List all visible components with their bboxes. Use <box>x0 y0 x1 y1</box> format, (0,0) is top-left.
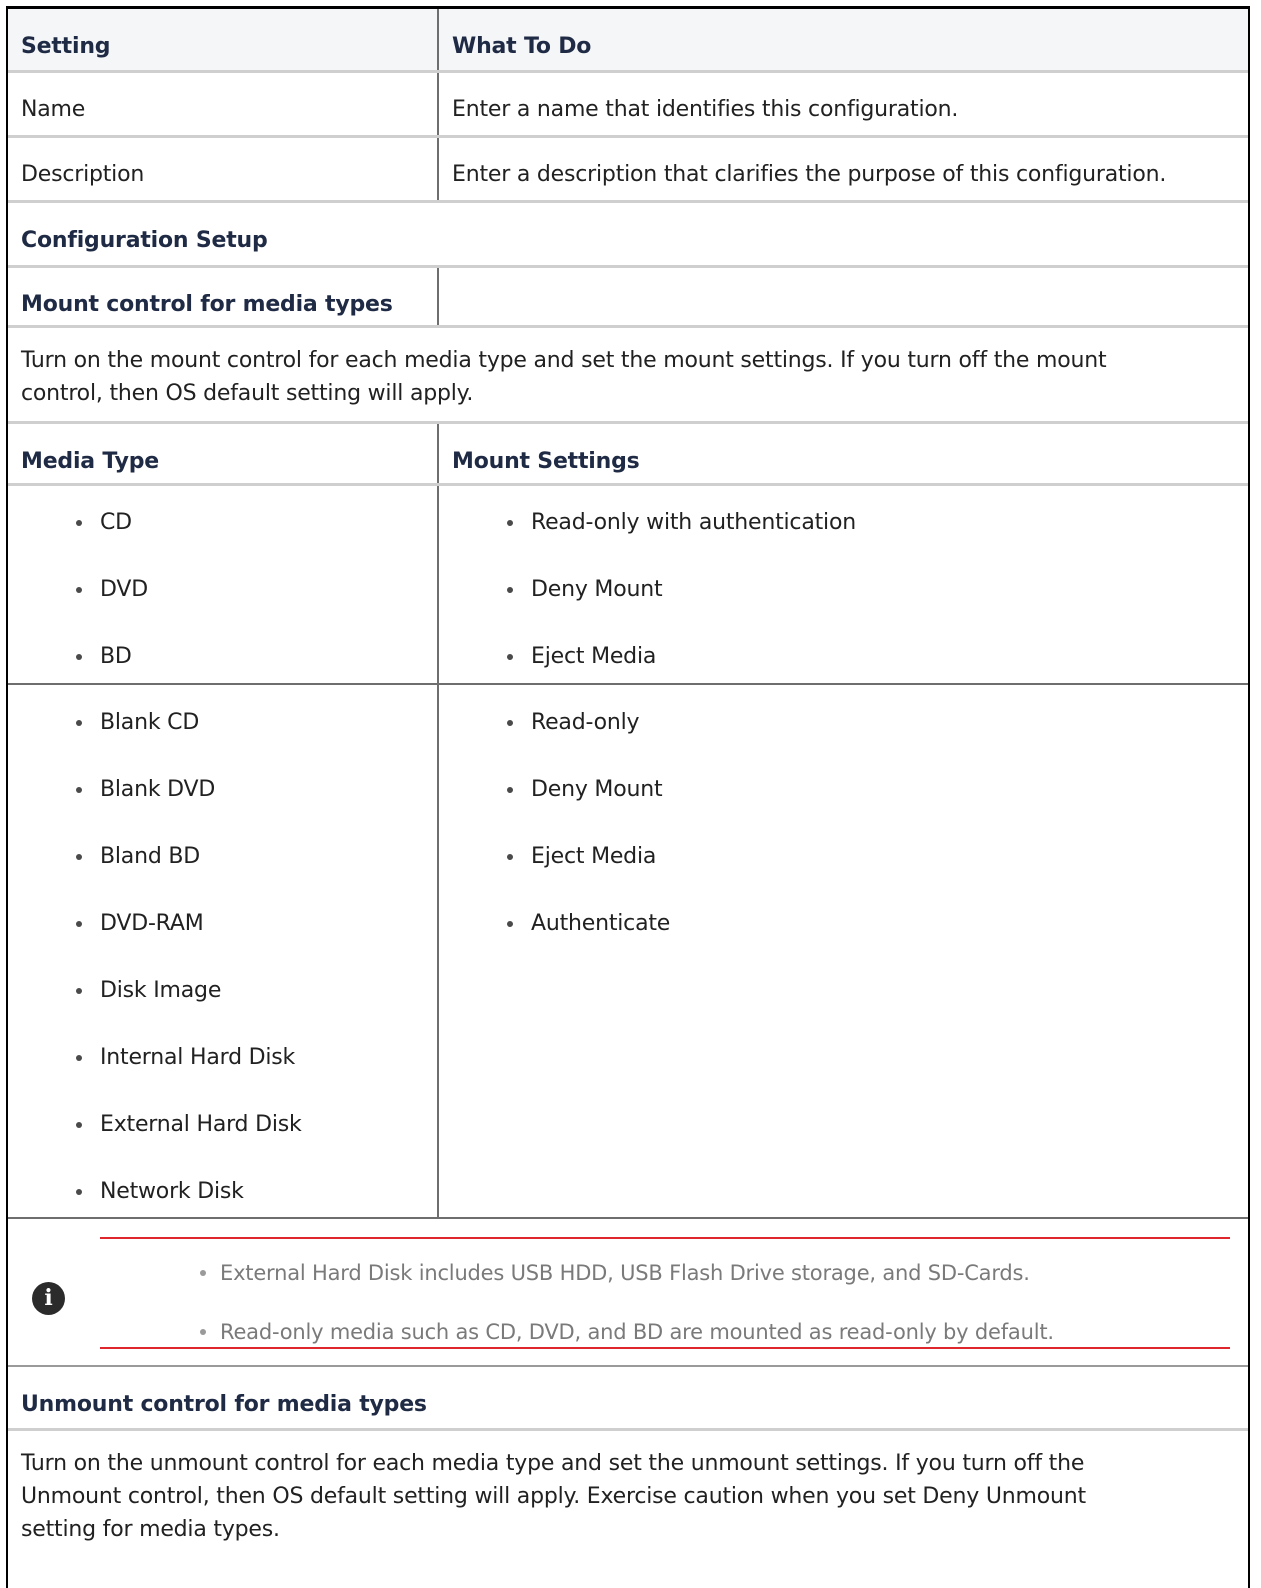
mount-intro-row: Turn on the mount control for each media… <box>8 328 1248 424</box>
note-bottom-rule <box>100 1347 1230 1349</box>
note-row: i External Hard Disk includes USB HDD, U… <box>8 1219 1248 1367</box>
cell-media-list: CD DVD BD <box>8 486 437 683</box>
cell-action: Enter a description that clarifies the p… <box>437 138 1248 200</box>
list-item: Blank CD <box>76 709 302 776</box>
list-item: Deny Mount <box>507 576 856 643</box>
section-row: Mount control for media types <box>8 268 1248 328</box>
list-item: DVD <box>76 576 148 643</box>
list-item: Authenticate <box>506 910 670 977</box>
header-setting: Setting <box>21 34 111 59</box>
cell-action: Enter a name that identifies this config… <box>437 73 1248 135</box>
unmount-intro-line: setting for media types. <box>21 1517 280 1542</box>
action-name: Enter a name that identifies this config… <box>452 97 959 122</box>
section-row: Configuration Setup <box>8 203 1248 268</box>
mount-intro-line: control, then OS default setting will ap… <box>21 381 474 406</box>
settings-table: Setting What To Do Name Enter a name tha… <box>6 6 1250 1588</box>
cell-setting: Description <box>8 138 437 200</box>
note-top-rule <box>100 1237 1230 1239</box>
list-item: Bland BD <box>76 843 302 910</box>
table-row: Description Enter a description that cla… <box>8 138 1248 203</box>
list-item: CD <box>76 509 148 576</box>
list-item: Deny Mount <box>506 776 670 843</box>
media-type-header: Media Type <box>21 449 160 474</box>
settings-list: Read-only Deny Mount Eject Media Authent… <box>506 709 670 977</box>
mount-control-heading: Mount control for media types <box>21 292 393 317</box>
unmount-control-heading: Unmount control for media types <box>21 1392 427 1417</box>
section-row: Unmount control for media types <box>8 1367 1248 1431</box>
cell-media-list: Blank CD Blank DVD Bland BD DVD-RAM Disk… <box>8 685 437 1217</box>
cell-setting: Name <box>8 73 437 135</box>
cell-mount-title: Mount control for media types <box>8 268 437 325</box>
media-group-row: Blank CD Blank DVD Bland BD DVD-RAM Disk… <box>8 685 1248 1219</box>
cell-settings-list: Read-only with authentication Deny Mount… <box>437 486 1248 683</box>
settings-list: Read-only with authentication Deny Mount… <box>507 509 856 710</box>
list-item: Disk Image <box>76 977 302 1044</box>
list-item: Read-only <box>506 709 670 776</box>
info-icon: i <box>32 1282 65 1315</box>
mount-intro: Turn on the mount control for each media… <box>21 344 1238 410</box>
list-item: Read-only with authentication <box>507 509 856 576</box>
list-item: Internal Hard Disk <box>76 1044 302 1111</box>
list-item: External Hard Disk <box>76 1111 302 1178</box>
unmount-intro-line: Unmount control, then OS default setting… <box>21 1484 1086 1509</box>
list-item: Eject Media <box>506 843 670 910</box>
media-list: CD DVD BD <box>76 509 148 710</box>
mount-settings-header: Mount Settings <box>452 449 640 474</box>
cell-settings-list: Read-only Deny Mount Eject Media Authent… <box>437 685 1248 1217</box>
table-row: Name Enter a name that identifies this c… <box>8 73 1248 138</box>
cell-media-type-header: Media Type <box>8 424 437 483</box>
header-what-to-do: What To Do <box>452 34 592 59</box>
header-cell-setting: Setting <box>8 9 437 70</box>
setting-description: Description <box>21 162 145 187</box>
list-item: Blank DVD <box>76 776 302 843</box>
cell-empty <box>437 268 1248 325</box>
action-description: Enter a description that clarifies the p… <box>452 162 1167 187</box>
cell-mount-settings-header: Mount Settings <box>437 424 1248 483</box>
table-header-row: Setting What To Do <box>8 9 1248 73</box>
mount-intro-line: Turn on the mount control for each media… <box>21 348 1107 373</box>
unmount-intro: Turn on the unmount control for each med… <box>21 1447 1238 1546</box>
list-item: DVD-RAM <box>76 910 302 977</box>
header-cell-what-to-do: What To Do <box>437 9 1248 70</box>
media-list: Blank CD Blank DVD Bland BD DVD-RAM Disk… <box>76 709 302 1245</box>
configuration-setup-heading: Configuration Setup <box>21 228 268 253</box>
note-list: External Hard Disk includes USB HDD, USB… <box>200 1259 1054 1377</box>
media-header-row: Media Type Mount Settings <box>8 424 1248 486</box>
note-item: External Hard Disk includes USB HDD, USB… <box>200 1259 1054 1318</box>
media-group-row: CD DVD BD Read-only with authentication … <box>8 486 1248 685</box>
setting-name: Name <box>21 97 86 122</box>
unmount-intro-line: Turn on the unmount control for each med… <box>21 1451 1085 1476</box>
unmount-intro-row: Turn on the unmount control for each med… <box>8 1431 1248 1571</box>
